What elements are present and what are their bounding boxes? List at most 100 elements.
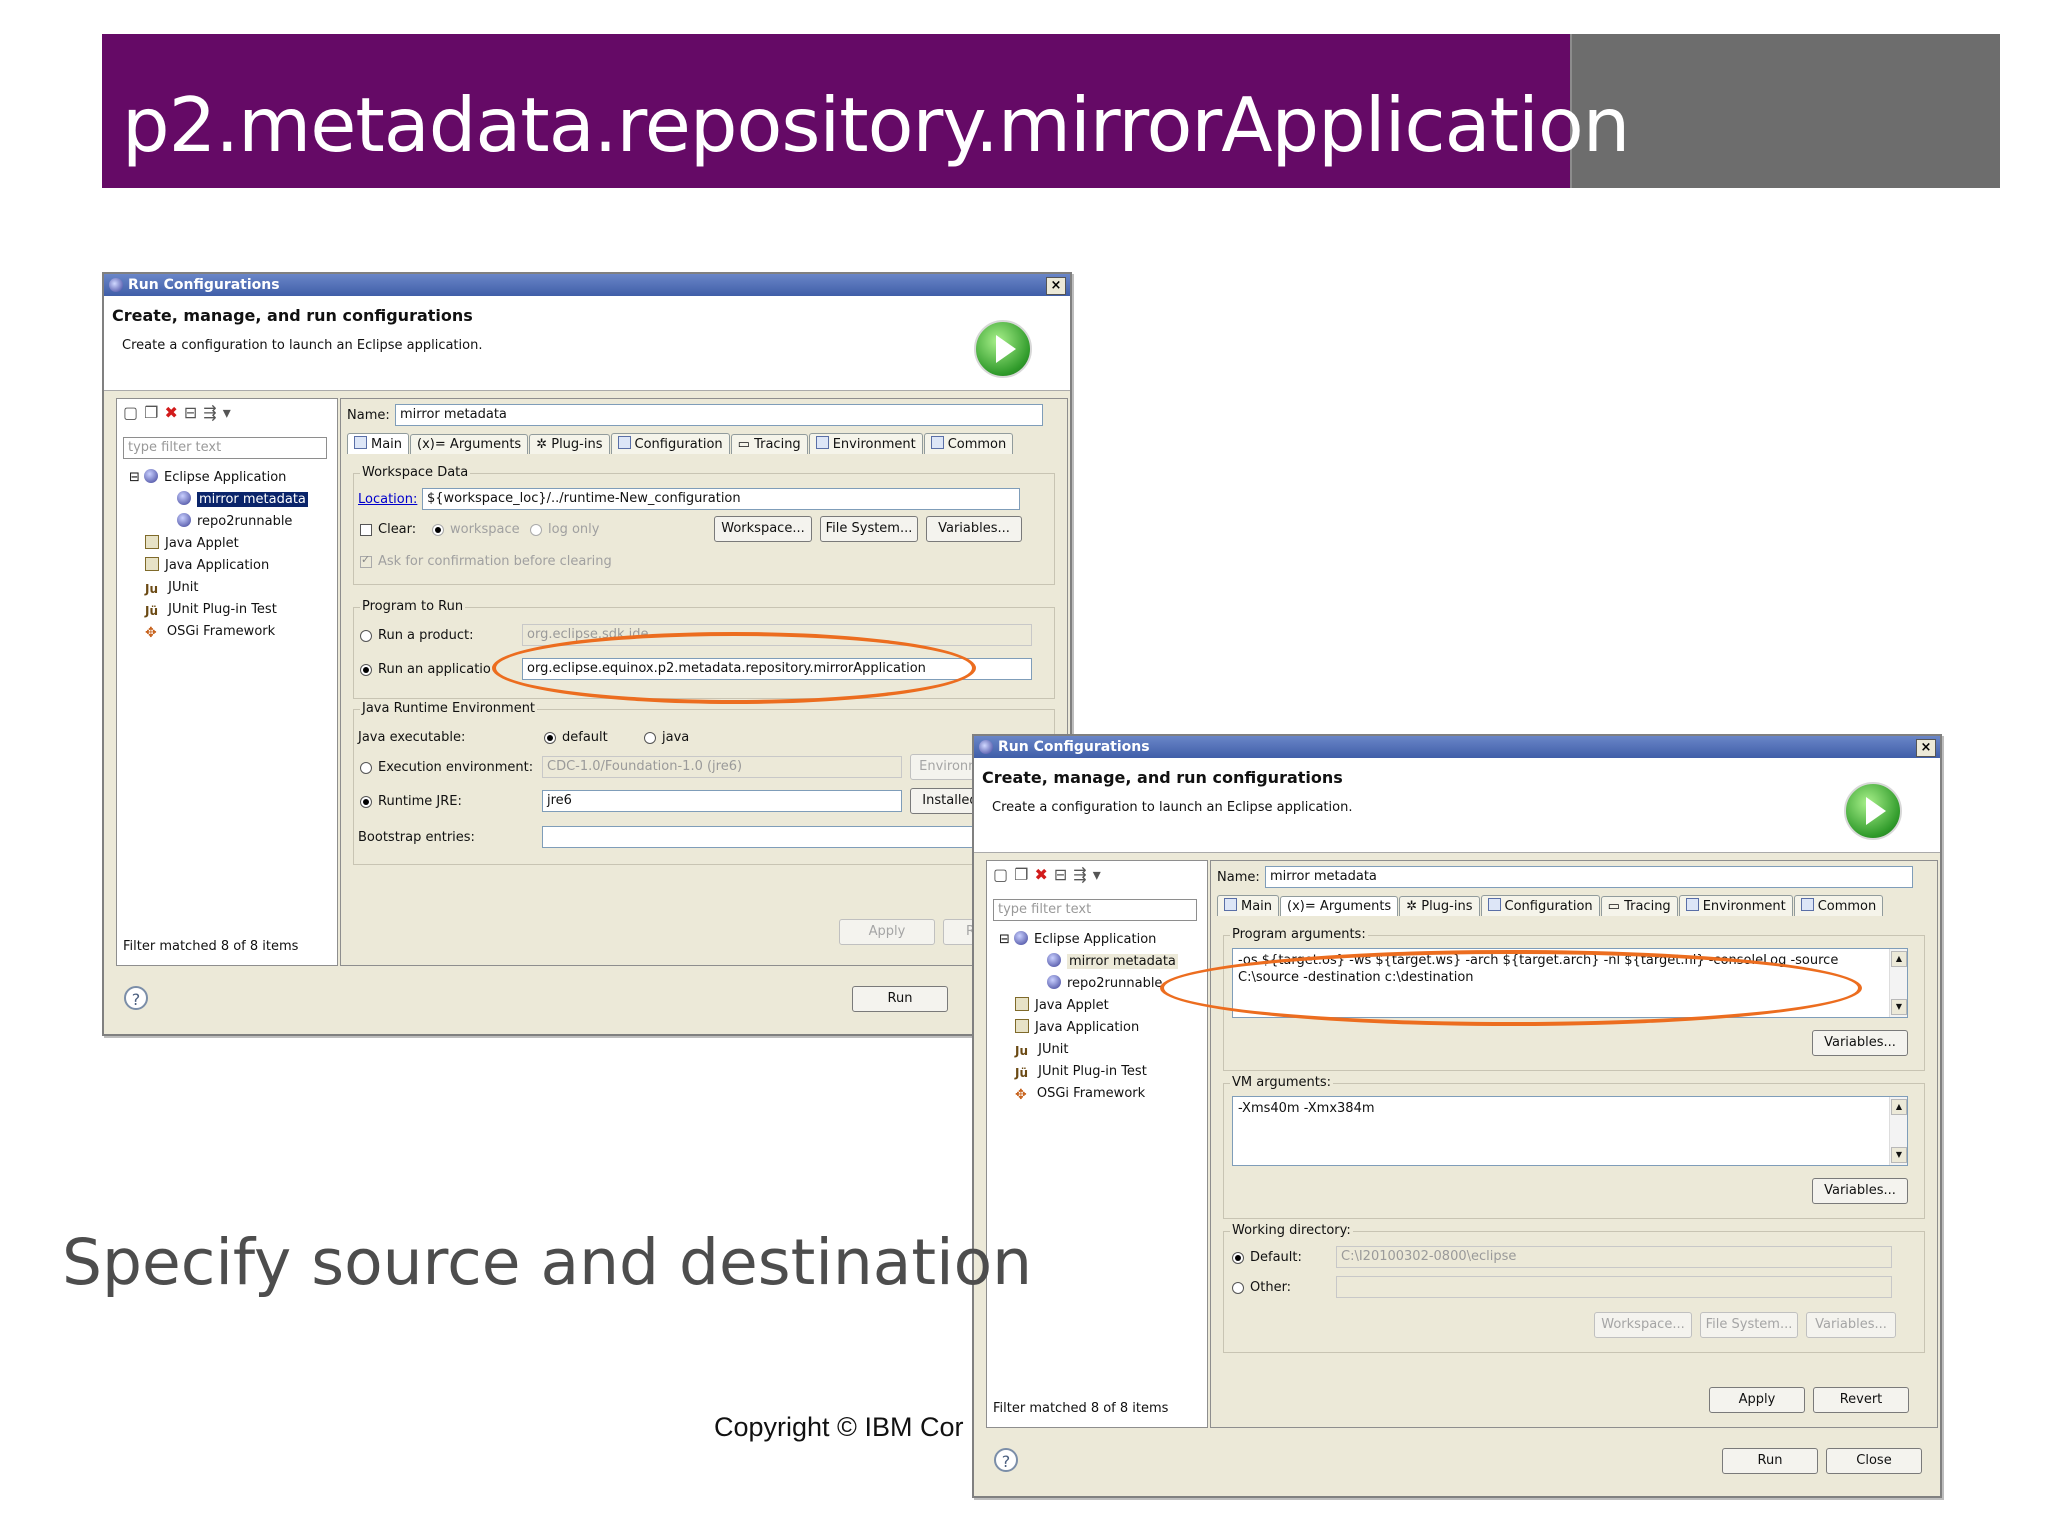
help-icon[interactable]: ? [994, 1448, 1018, 1472]
tab-environment[interactable]: Environment [1678, 895, 1793, 916]
tab-arguments[interactable]: (x)= Arguments [1280, 896, 1399, 916]
runtime-jre-select[interactable]: jre6 [542, 790, 902, 812]
filter-input[interactable]: type filter text [123, 437, 327, 459]
workspace-data-group: Workspace Data Location: ${workspace_loc… [353, 465, 1055, 585]
run-button[interactable]: Run [1722, 1448, 1818, 1474]
filter-status: Filter matched 8 of 8 items [993, 1401, 1169, 1416]
config-icon [1047, 953, 1061, 967]
help-icon[interactable]: ? [124, 986, 148, 1010]
tree-repo2runnable[interactable]: repo2runnable [1047, 975, 1162, 993]
delete-icon[interactable]: ✖ [164, 403, 183, 422]
tab-tracing[interactable]: ▭ Tracing [1600, 896, 1678, 916]
name-field[interactable]: mirror metadata [1265, 866, 1913, 888]
apply-button[interactable]: Apply [839, 919, 935, 945]
run-application-radio[interactable] [360, 664, 372, 676]
title-banner-gray-block [1570, 34, 2000, 188]
window-titlebar: Run Configurations × [104, 274, 1070, 296]
tree-junit-plugin-test[interactable]: Jü JUnit Plug-in Test [1015, 1063, 1147, 1082]
tree-eclipse-application[interactable]: ⊟ Eclipse Application [129, 469, 286, 487]
tree-toolbar: ▢❐✖⊟⇶▾ [123, 403, 237, 422]
tree-junit[interactable]: Ju JUnit [1015, 1041, 1068, 1060]
runtime-jre-radio[interactable] [360, 796, 372, 808]
filter-input[interactable]: type filter text [993, 899, 1197, 921]
location-field[interactable]: ${workspace_loc}/../runtime-New_configur… [422, 488, 1020, 510]
tab-environment[interactable]: Environment [808, 433, 923, 454]
clear-checkbox[interactable] [360, 524, 372, 536]
tree-junit[interactable]: Ju JUnit [145, 579, 198, 598]
working-directory-group: Working directory: Default: C:\I20100302… [1223, 1223, 1925, 1353]
close-button[interactable]: Close [1826, 1448, 1922, 1474]
scrollbar[interactable]: ▲ ▼ [1889, 1097, 1907, 1165]
run-product-radio[interactable] [360, 630, 372, 642]
tree-osgi-framework[interactable]: ✥ OSGi Framework [1015, 1085, 1145, 1104]
tree-java-applet[interactable]: Java Applet [1015, 997, 1109, 1015]
tab-arguments[interactable]: (x)= Arguments [410, 434, 529, 454]
tree-java-application[interactable]: Java Application [145, 557, 269, 575]
filter-icon[interactable]: ⇶▾ [203, 403, 236, 422]
default-dir-radio[interactable] [1232, 1252, 1244, 1264]
variables-button[interactable]: Variables... [1812, 1030, 1908, 1056]
dialog-header: Create, manage, and run configurations C… [974, 758, 1940, 853]
close-window-button[interactable]: × [1916, 739, 1936, 757]
highlight-oval-arguments [1160, 950, 1862, 1026]
log-only-radio[interactable] [530, 524, 542, 536]
exec-env-label: Execution environment: [378, 760, 534, 775]
java-exec-radio[interactable] [644, 732, 656, 744]
tab-plugins[interactable]: ✲ Plug-ins [1399, 896, 1480, 916]
tab-common[interactable]: Common [923, 433, 1014, 454]
tab-configuration[interactable]: Configuration [1480, 895, 1600, 916]
tree-mirror-metadata[interactable]: mirror metadata [1047, 953, 1178, 971]
java-exec-radio-label: java [662, 730, 690, 745]
tab-main[interactable]: Main [347, 433, 410, 454]
run-icon [974, 320, 1032, 378]
tab-tracing[interactable]: ▭ Tracing [730, 434, 808, 454]
tab-plugins[interactable]: ✲ Plug-ins [529, 434, 610, 454]
filter-status: Filter matched 8 of 8 items [123, 939, 299, 954]
tab-common[interactable]: Common [1793, 895, 1884, 916]
bootstrap-field[interactable] [542, 826, 1042, 848]
tree-mirror-metadata[interactable]: mirror metadata [177, 491, 308, 509]
scrollbar[interactable]: ▲ ▼ [1889, 949, 1907, 1017]
delete-icon[interactable]: ✖ [1034, 865, 1053, 884]
name-field[interactable]: mirror metadata [395, 404, 1043, 426]
tree-osgi-framework[interactable]: ✥ OSGi Framework [145, 623, 275, 642]
tree-repo2runnable[interactable]: repo2runnable [177, 513, 292, 531]
new-config-icon[interactable]: ▢ [993, 865, 1014, 884]
file-system-button[interactable]: File System... [820, 516, 918, 542]
variables-button[interactable]: Variables... [1812, 1178, 1908, 1204]
tab-main[interactable]: Main [1217, 895, 1280, 916]
workspace-radio[interactable] [432, 524, 444, 536]
collapse-icon[interactable]: ⊟ [184, 403, 203, 422]
vm-arguments-textarea[interactable]: -Xms40m -Xmx384m ▲ ▼ [1232, 1096, 1908, 1166]
default-exec-radio[interactable] [544, 732, 556, 744]
duplicate-icon[interactable]: ❐ [144, 403, 164, 422]
tree-eclipse-application[interactable]: ⊟ Eclipse Application [999, 931, 1156, 949]
duplicate-icon[interactable]: ❐ [1014, 865, 1034, 884]
tree-junit-plugin-test[interactable]: Jü JUnit Plug-in Test [145, 601, 277, 620]
revert-button[interactable]: Revert [1813, 1387, 1909, 1413]
slide-subtitle: Specify source and destination [62, 1226, 1033, 1299]
group-title: Program arguments: [1230, 927, 1368, 942]
location-link[interactable]: Location: [358, 492, 417, 507]
other-dir-radio[interactable] [1232, 1282, 1244, 1294]
tree-java-application[interactable]: Java Application [1015, 1019, 1139, 1037]
name-label: Name: [1217, 870, 1260, 885]
ask-confirm-checkbox[interactable] [360, 553, 372, 568]
window-title: Run Configurations [998, 739, 1150, 755]
tab-configuration[interactable]: Configuration [610, 433, 730, 454]
new-config-icon[interactable]: ▢ [123, 403, 144, 422]
exec-env-radio[interactable] [360, 762, 372, 774]
junit-plugin-icon: Jü [1015, 1066, 1029, 1080]
group-title: VM arguments: [1230, 1075, 1333, 1090]
filter-icon[interactable]: ⇶▾ [1073, 865, 1106, 884]
run-button[interactable]: Run [852, 986, 948, 1012]
variables-button[interactable]: Variables... [926, 516, 1022, 542]
vm-arguments-group: VM arguments: -Xms40m -Xmx384m ▲ ▼ Variab… [1223, 1075, 1925, 1219]
tree-java-applet[interactable]: Java Applet [145, 535, 239, 553]
collapse-icon[interactable]: ⊟ [1054, 865, 1073, 884]
apply-button[interactable]: Apply [1709, 1387, 1805, 1413]
other-dir-field [1336, 1276, 1892, 1298]
configuration-tree-pane: ▢❐✖⊟⇶▾ type filter text ⊟ Eclipse Applic… [986, 860, 1208, 1428]
close-window-button[interactable]: × [1046, 277, 1066, 295]
workspace-button[interactable]: Workspace... [714, 516, 812, 542]
